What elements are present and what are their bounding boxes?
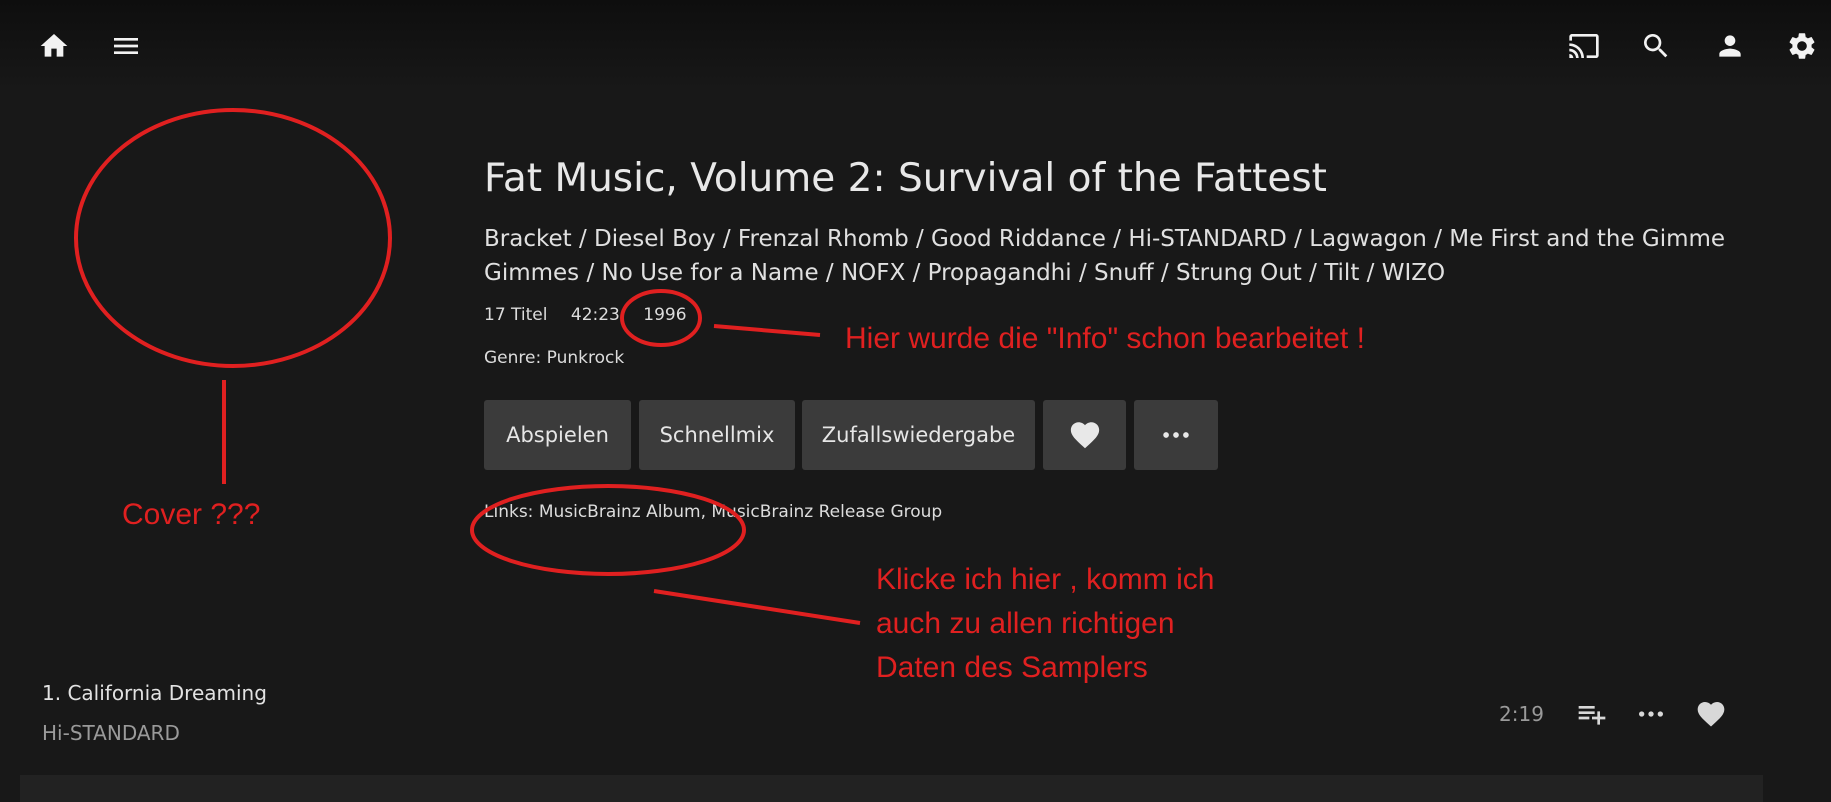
links-annotation-line-2: auch zu allen richtigen [876, 607, 1175, 640]
links-label: Links: [484, 502, 539, 522]
shuffle-button[interactable]: Zufallswiedergabe [802, 400, 1035, 470]
home-icon [40, 34, 68, 57]
album-artists[interactable]: Bracket / Diesel Boy / Frenzal Rhomb / G… [484, 222, 1734, 290]
links-separator: , [700, 502, 712, 522]
track-count: 17 Titel [484, 305, 548, 325]
track-more-button[interactable] [1631, 694, 1671, 734]
playlist-add-icon [1578, 706, 1606, 725]
album-duration: 42:23 [570, 305, 620, 325]
album-genre[interactable]: Genre: Punkrock [484, 348, 624, 368]
cover-annotation: Cover ??? [122, 498, 261, 531]
top-bar [0, 0, 1831, 90]
more-button[interactable] [1134, 400, 1218, 470]
links-annotation-circle [470, 484, 746, 576]
more-icon [1163, 432, 1189, 438]
track-duration: 2:19 [1499, 702, 1544, 726]
track-title[interactable]: 1. California Dreaming [42, 681, 267, 705]
user-button[interactable] [1706, 22, 1754, 70]
link-musicbrainz-album[interactable]: MusicBrainz Album [539, 502, 701, 522]
heart-icon [1070, 422, 1099, 449]
links-annotation-line-1: Klicke ich hier , komm ich [876, 563, 1215, 596]
table-row[interactable] [20, 775, 1763, 802]
instant-mix-button[interactable]: Schnellmix [639, 400, 795, 470]
links-annotation-line [653, 589, 861, 625]
cover-annotation-circle [74, 108, 392, 368]
play-button[interactable]: Abspielen [484, 400, 631, 470]
settings-button[interactable] [1778, 22, 1826, 70]
link-musicbrainz-release-group[interactable]: MusicBrainz Release Group [711, 502, 942, 522]
more-icon [1639, 711, 1663, 717]
track-artist[interactable]: Hi-STANDARD [42, 721, 180, 745]
cast-icon [1569, 34, 1599, 58]
track-favorite-button[interactable] [1691, 694, 1731, 734]
cast-button[interactable] [1560, 22, 1608, 70]
external-links: Links: MusicBrainz Album, MusicBrainz Re… [484, 502, 942, 522]
album-title: Fat Music, Volume 2: Survival of the Fat… [484, 156, 1327, 201]
gear-icon [1789, 33, 1815, 59]
user-icon [1719, 35, 1741, 57]
search-icon [1644, 34, 1668, 58]
links-annotation-line-3: Daten des Samplers [876, 651, 1148, 684]
favorite-button[interactable] [1043, 400, 1126, 470]
album-year: 1996 [643, 305, 687, 325]
menu-icon [114, 38, 138, 54]
heart-icon [1697, 702, 1725, 727]
search-button[interactable] [1632, 22, 1680, 70]
add-to-playlist-button[interactable] [1572, 694, 1612, 734]
album-meta: 17 Titel 42:23 1996 [484, 305, 705, 325]
year-annotation-line [713, 324, 821, 337]
home-button[interactable] [30, 22, 78, 70]
menu-button[interactable] [102, 22, 150, 70]
info-annotation: Hier wurde die "Info" schon bearbeitet ! [845, 322, 1365, 355]
